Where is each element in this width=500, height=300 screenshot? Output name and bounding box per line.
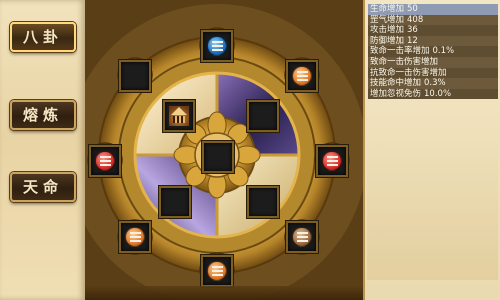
stat-row: 生命增加 50 — [368, 4, 498, 15]
bagua-screen: 八卦 熔炼 天命 生命增加 50 罡气增加 408 攻击增加 36 防御增加 1… — [0, 0, 500, 300]
stat-value: 10.0% — [424, 88, 452, 99]
stat-row: 攻击增加 36 — [368, 25, 498, 36]
stat-label: 致命一击率增加 — [370, 46, 430, 57]
stat-row: 罡气增加 408 — [368, 14, 498, 26]
inner-slot-bottom-left[interactable] — [159, 186, 191, 218]
stat-label: 罡气增加 — [370, 14, 405, 25]
outer-slot-bottom-right[interactable] — [286, 221, 318, 253]
trigram-icon — [95, 151, 115, 171]
stat-row: 增加忽视免伤 10.0% — [368, 88, 498, 100]
inner-slot-top-left[interactable] — [163, 100, 195, 132]
trigram-icon — [322, 151, 342, 171]
outer-slot-left[interactable] — [89, 145, 121, 177]
stat-row: 致命一击伤害增加 — [368, 56, 498, 68]
stat-label: 致命一击伤害增加 — [370, 56, 439, 67]
trigram-icon — [207, 261, 227, 281]
stat-value: 36 — [407, 25, 418, 36]
trigram-icon — [292, 227, 312, 247]
outer-slot-top-right[interactable] — [286, 60, 318, 92]
center-slot[interactable] — [202, 141, 234, 173]
stat-value: 12 — [407, 35, 418, 46]
temple-icon — [169, 106, 189, 126]
tab-bagua[interactable]: 八卦 — [10, 22, 76, 52]
outer-slot-top-left[interactable] — [119, 60, 151, 92]
trigram-icon — [125, 227, 145, 247]
stat-row: 技能命中增加 0.3% — [368, 78, 498, 89]
stat-label: 技能命中增加 — [370, 78, 422, 89]
stat-row: 抗致命一击伤害增加 — [368, 67, 498, 79]
inner-slot-top-right[interactable] — [247, 100, 279, 132]
bottom-frame — [85, 286, 363, 300]
tab-destiny[interactable]: 天命 — [10, 172, 76, 202]
tab-smelting[interactable]: 熔炼 — [10, 100, 76, 130]
outer-slot-bottom-left[interactable] — [119, 221, 151, 253]
bagua-wheel-panel — [85, 0, 363, 300]
stat-label: 攻击增加 — [370, 25, 405, 36]
trigram-icon — [292, 66, 312, 86]
trigram-icon — [207, 36, 227, 56]
stat-label: 抗致命一击伤害增加 — [370, 67, 447, 78]
tab-panel: 八卦 熔炼 天命 — [0, 0, 87, 300]
stat-label: 增加忽视免伤 — [370, 88, 422, 99]
stats-empty-area — [367, 126, 498, 280]
outer-slot-bottom[interactable] — [201, 255, 233, 287]
outer-slot-top[interactable] — [201, 30, 233, 62]
stat-value: 0.1% — [432, 46, 455, 57]
stat-label: 生命增加 — [370, 4, 405, 14]
stats-panel: 生命增加 50 罡气增加 408 攻击增加 36 防御增加 12 致命一击率增加 0.1%… — [363, 0, 500, 300]
stat-row: 致命一击率增加 0.1% — [368, 46, 498, 57]
outer-slot-right[interactable] — [316, 145, 348, 177]
stat-value: 0.3% — [424, 78, 446, 89]
stat-row: 防御增加 12 — [368, 35, 498, 47]
inner-slot-bottom-right[interactable] — [247, 186, 279, 218]
stat-value: 408 — [407, 14, 424, 25]
stat-value: 50 — [407, 4, 418, 14]
stat-label: 防御增加 — [370, 35, 405, 46]
stats-list: 生命增加 50 罡气增加 408 攻击增加 36 防御增加 12 致命一击率增加 0.1%… — [368, 4, 498, 100]
